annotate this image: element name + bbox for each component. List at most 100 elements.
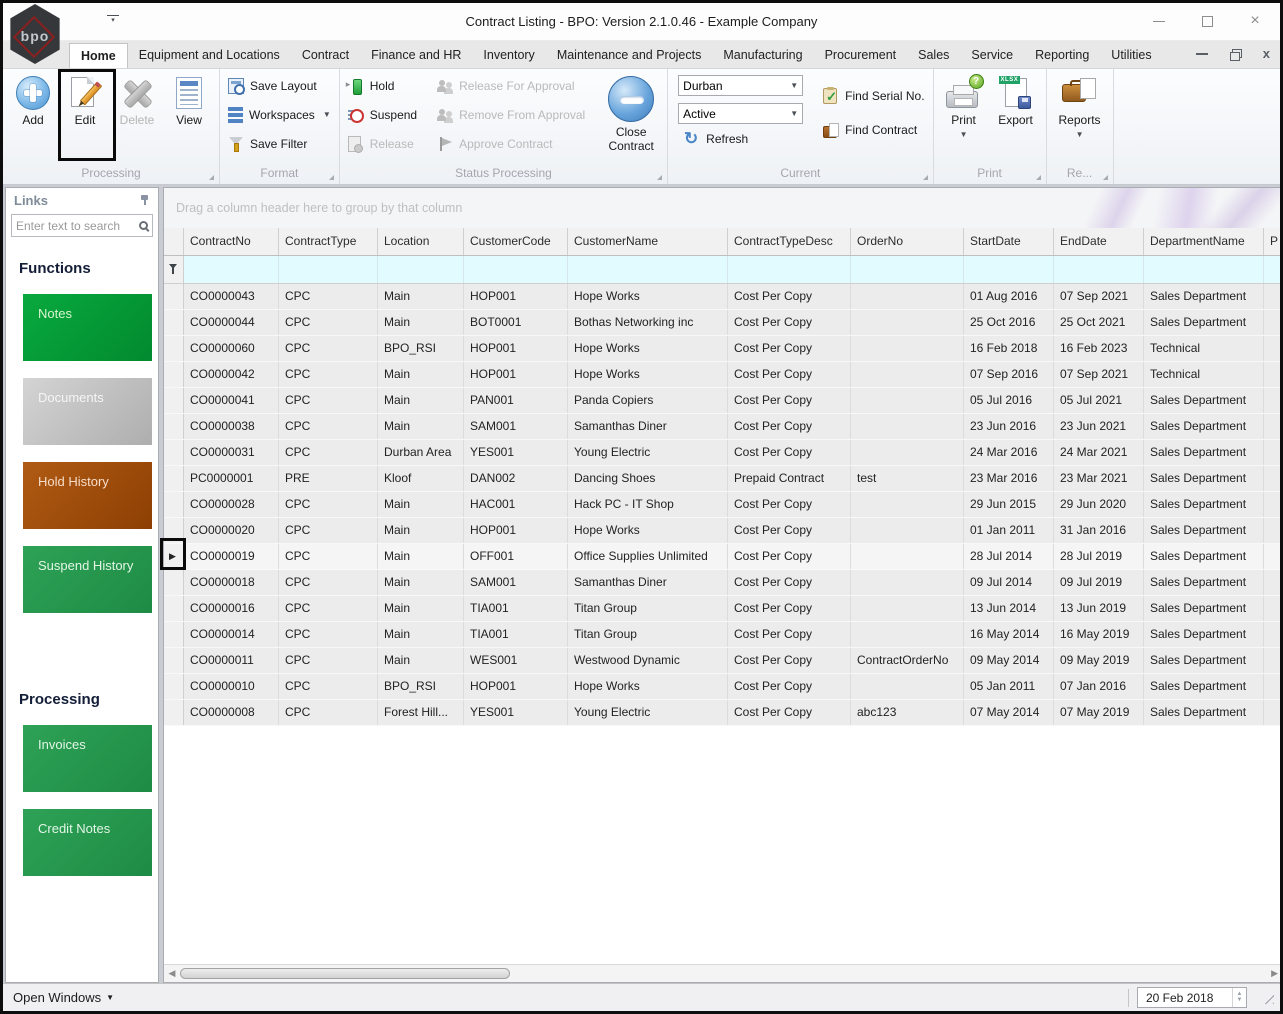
tab-finance-and-hr[interactable]: Finance and HR [360, 43, 472, 68]
grid-cell-contract-type-desc[interactable]: Cost Per Copy [728, 596, 851, 621]
filter-cell-customer-name[interactable] [568, 256, 728, 283]
grid-cell-department-name[interactable]: Sales Department [1144, 596, 1264, 621]
dialog-launcher-icon[interactable] [328, 175, 334, 180]
row-indicator[interactable] [164, 336, 184, 361]
grid-cell-department-name[interactable]: Sales Department [1144, 674, 1264, 699]
mdi-minimize-button[interactable] [1195, 53, 1208, 55]
table-row[interactable]: CO0000014 CPC Main TIA001 Titan Group Cost Pe… [164, 622, 1280, 648]
grid-cell-contract-type[interactable]: CPC [279, 388, 378, 413]
column-header-partial[interactable]: P [1264, 228, 1280, 255]
grid-cell-location[interactable]: Main [378, 310, 464, 335]
open-windows-button[interactable]: Open Windows ▼ [13, 990, 114, 1005]
grid-cell-customer-code[interactable]: HOP001 [464, 362, 568, 387]
grid-cell-department-name[interactable]: Sales Department [1144, 570, 1264, 595]
grid-cell-customer-code[interactable]: SAM001 [464, 570, 568, 595]
tab-reporting[interactable]: Reporting [1024, 43, 1100, 68]
tab-service[interactable]: Service [960, 43, 1024, 68]
sidebar-button-hold-history[interactable]: Hold History [23, 462, 152, 529]
grid-cell-customer-name[interactable]: Office Supplies Unlimited [568, 544, 728, 569]
grid-cell-customer-code[interactable]: HAC001 [464, 492, 568, 517]
grid-cell-end-date[interactable]: 31 Jan 2016 [1054, 518, 1144, 543]
maximize-button[interactable] [1196, 11, 1218, 31]
mdi-close-button[interactable]: x [1263, 47, 1270, 61]
grid-cell-contract-no[interactable]: CO0000060 [184, 336, 279, 361]
row-indicator[interactable] [164, 362, 184, 387]
grid-cell-start-date[interactable]: 29 Jun 2015 [964, 492, 1054, 517]
grid-cell-department-name[interactable]: Sales Department [1144, 466, 1264, 491]
tab-manufacturing[interactable]: Manufacturing [712, 43, 813, 68]
grid-cell-contract-type[interactable]: CPC [279, 622, 378, 647]
grid-cell-order-no[interactable] [851, 544, 964, 569]
grid-cell-contract-no[interactable]: CO0000041 [184, 388, 279, 413]
grid-cell-department-name[interactable]: Sales Department [1144, 622, 1264, 647]
table-row[interactable]: ▶ CO0000019 CPC Main OFF001 Office Supplies U… [164, 544, 1280, 570]
grid-cell-contract-no[interactable]: CO0000031 [184, 440, 279, 465]
row-indicator[interactable]: ▶ [164, 544, 184, 569]
grid-cell-contract-no[interactable]: CO0000018 [184, 570, 279, 595]
grid-cell-order-no[interactable] [851, 310, 964, 335]
reports-button[interactable]: Reports ▼ [1051, 71, 1109, 139]
grid-cell-contract-no[interactable]: CO0000014 [184, 622, 279, 647]
table-row[interactable]: PC0000001 PRE Kloof DAN002 Dancing Shoes Prep… [164, 466, 1280, 492]
grid-cell-end-date[interactable]: 13 Jun 2019 [1054, 596, 1144, 621]
grid-cell-contract-no[interactable]: CO0000016 [184, 596, 279, 621]
grid-cell-partial[interactable] [1264, 414, 1280, 439]
horizontal-scrollbar[interactable]: ◀ ▶ [164, 964, 1280, 982]
grid-cell-contract-no[interactable]: CO0000019 [184, 544, 279, 569]
column-header-start-date[interactable]: StartDate [964, 228, 1054, 255]
grid-cell-contract-no[interactable]: CO0000038 [184, 414, 279, 439]
filter-cell-customer-code[interactable] [464, 256, 568, 283]
scroll-right-icon[interactable]: ▶ [1271, 968, 1278, 979]
grid-cell-contract-no[interactable]: CO0000042 [184, 362, 279, 387]
approve-contract-button[interactable]: Approve Contract [433, 129, 589, 158]
grid-cell-end-date[interactable]: 07 Sep 2021 [1054, 284, 1144, 309]
grid-cell-contract-type[interactable]: CPC [279, 362, 378, 387]
grid-cell-customer-name[interactable]: Dancing Shoes [568, 466, 728, 491]
grid-cell-start-date[interactable]: 24 Mar 2016 [964, 440, 1054, 465]
grid-cell-contract-no[interactable]: CO0000028 [184, 492, 279, 517]
grid-cell-contract-type-desc[interactable]: Cost Per Copy [728, 622, 851, 647]
grid-cell-order-no[interactable] [851, 674, 964, 699]
grid-cell-customer-name[interactable]: Hope Works [568, 284, 728, 309]
grid-cell-contract-no[interactable]: CO0000043 [184, 284, 279, 309]
grid-cell-customer-code[interactable]: TIA001 [464, 622, 568, 647]
grid-cell-start-date[interactable]: 09 Jul 2014 [964, 570, 1054, 595]
grid-cell-customer-code[interactable]: HOP001 [464, 674, 568, 699]
filter-cell-department-name[interactable] [1144, 256, 1264, 283]
workspaces-button[interactable]: Workspaces ▼ [224, 100, 335, 129]
grid-cell-department-name[interactable]: Sales Department [1144, 648, 1264, 673]
mdi-restore-button[interactable] [1229, 49, 1242, 61]
grid-cell-department-name[interactable]: Technical [1144, 362, 1264, 387]
grid-cell-order-no[interactable] [851, 414, 964, 439]
find-contract-button[interactable]: Find Contract [819, 113, 928, 147]
grid-cell-department-name[interactable]: Sales Department [1144, 284, 1264, 309]
grid-cell-location[interactable]: Main [378, 544, 464, 569]
grid-cell-location[interactable]: Main [378, 492, 464, 517]
search-icon[interactable] [139, 221, 148, 230]
grid-cell-start-date[interactable]: 05 Jul 2016 [964, 388, 1054, 413]
grid-cell-customer-code[interactable]: TIA001 [464, 596, 568, 621]
grid-cell-start-date[interactable]: 23 Jun 2016 [964, 414, 1054, 439]
column-header-location[interactable]: Location [378, 228, 464, 255]
grid-cell-location[interactable]: Durban Area [378, 440, 464, 465]
table-row[interactable]: CO0000020 CPC Main HOP001 Hope Works Cost Per… [164, 518, 1280, 544]
dialog-launcher-icon[interactable] [209, 175, 214, 180]
grid-cell-order-no[interactable] [851, 622, 964, 647]
grid-cell-contract-type[interactable]: CPC [279, 700, 378, 725]
tab-contract[interactable]: Contract [291, 43, 360, 68]
table-row[interactable]: CO0000016 CPC Main TIA001 Titan Group Cost Pe… [164, 596, 1280, 622]
grid-cell-order-no[interactable] [851, 336, 964, 361]
grid-cell-start-date[interactable]: 13 Jun 2014 [964, 596, 1054, 621]
grid-cell-customer-name[interactable]: Panda Copiers [568, 388, 728, 413]
table-row[interactable]: CO0000060 CPC BPO_RSI HOP001 Hope Works Cost … [164, 336, 1280, 362]
filter-cell-contract-type-desc[interactable] [728, 256, 851, 283]
grid-cell-start-date[interactable]: 16 May 2014 [964, 622, 1054, 647]
close-contract-button[interactable]: Close Contract [599, 71, 663, 153]
grid-cell-start-date[interactable]: 16 Feb 2018 [964, 336, 1054, 361]
grid-cell-department-name[interactable]: Sales Department [1144, 700, 1264, 725]
grid-cell-location[interactable]: Main [378, 596, 464, 621]
grid-cell-customer-code[interactable]: BOT0001 [464, 310, 568, 335]
grid-cell-customer-code[interactable]: HOP001 [464, 284, 568, 309]
save-filter-button[interactable]: Save Filter [224, 129, 335, 158]
print-button[interactable]: ? Print ▼ [938, 71, 990, 139]
